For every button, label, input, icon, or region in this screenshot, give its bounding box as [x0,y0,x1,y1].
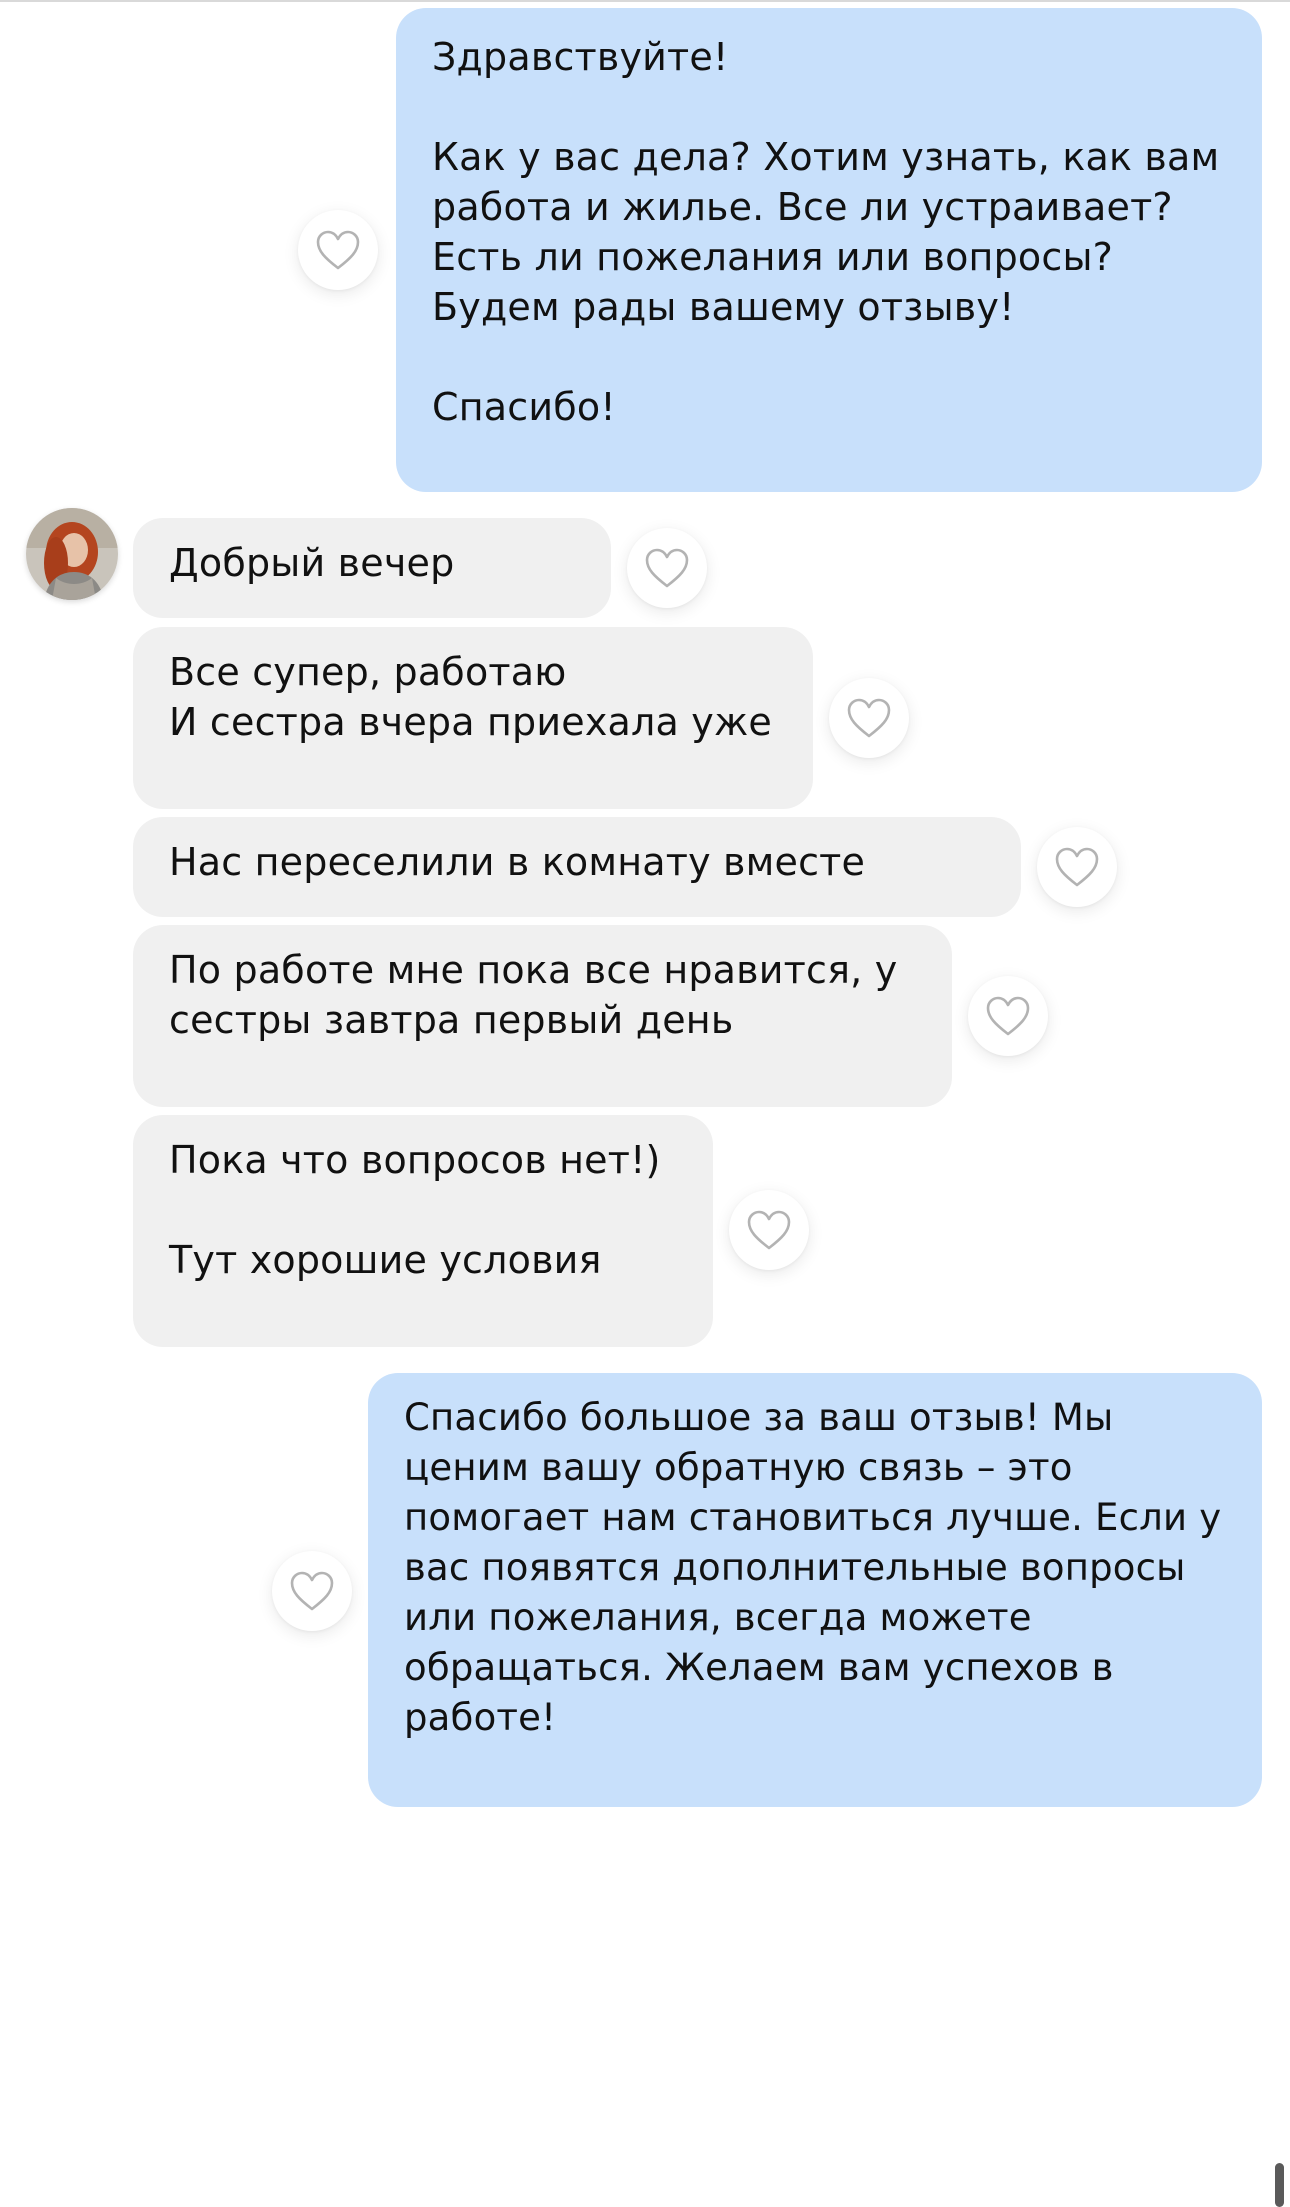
heart-outline-icon [645,548,689,588]
user-avatar [26,508,118,600]
message-bubble-outgoing[interactable]: Спасибо большое за ваш отзыв! Мы ценим в… [368,1373,1262,1807]
avatar[interactable] [26,508,118,600]
heart-outline-icon [847,698,891,738]
message-bubble-incoming[interactable]: Нас переселили в комнату вместе [133,817,1021,917]
message-bubble-incoming[interactable]: По работе мне пока все нравится, у сестр… [133,925,952,1107]
heart-outline-icon [1055,847,1099,887]
heart-outline-icon [316,230,360,270]
like-button[interactable] [968,976,1048,1056]
like-button[interactable] [1037,827,1117,907]
scrollbar-thumb[interactable] [1275,2163,1284,2207]
like-button[interactable] [627,528,707,608]
heart-outline-icon [747,1210,791,1250]
heart-outline-icon [986,996,1030,1036]
like-button[interactable] [729,1190,809,1270]
like-button[interactable] [272,1551,352,1631]
message-bubble-incoming[interactable]: Пока что вопросов нет!) Тут хорошие усло… [133,1115,713,1347]
message-bubble-incoming[interactable]: Добрый вечер [133,518,611,618]
message-bubble-incoming[interactable]: Все супер, работаю И сестра вчера приеха… [133,627,813,809]
top-divider [0,0,1290,2]
like-button[interactable] [829,678,909,758]
heart-outline-icon [290,1571,334,1611]
like-button[interactable] [298,210,378,290]
message-bubble-outgoing[interactable]: Здравствуйте! Как у вас дела? Хотим узна… [396,8,1262,492]
